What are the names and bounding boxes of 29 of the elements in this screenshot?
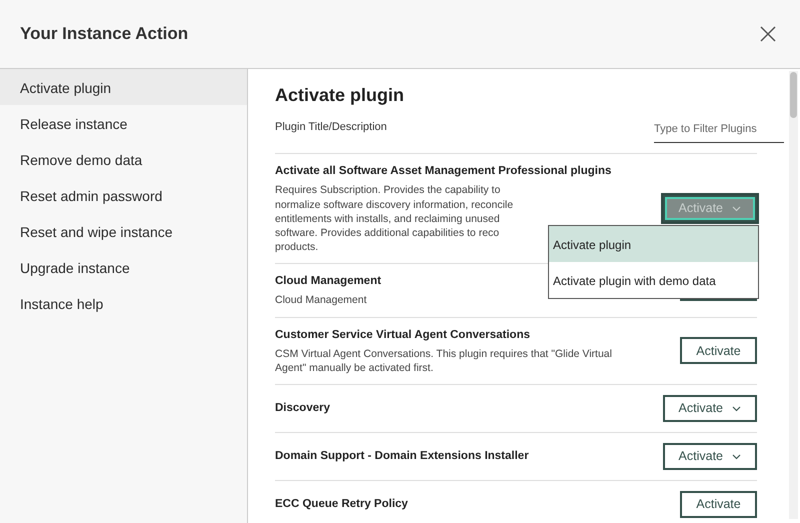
activate-button[interactable]: Activate	[662, 443, 757, 470]
activate-button[interactable]: Activate	[680, 491, 757, 518]
section-heading: Activate plugin	[275, 85, 406, 107]
plugin-title: Discovery	[275, 401, 330, 416]
plugin-title: Cloud Management	[275, 274, 382, 290]
close-icon[interactable]	[760, 26, 776, 42]
plugin-title: Customer Service Virtual Agent Conversations	[275, 328, 531, 343]
activate-button[interactable]: Activate	[680, 337, 757, 364]
plugin-title: Activate all Software Asset Management Professional plugins	[275, 164, 612, 180]
chevron-down-icon	[732, 454, 741, 460]
scrollbar[interactable]	[789, 71, 798, 519]
sidebar-item[interactable]: Instance help	[0, 285, 247, 321]
plugin-title: ECC Queue Retry Policy	[275, 497, 408, 512]
sidebar-item[interactable]: Remove demo data	[0, 141, 247, 177]
chevron-down-icon	[732, 206, 741, 212]
sidebar-item[interactable]: Reset and wipe instance	[0, 213, 247, 249]
sidebar-item[interactable]: Activate plugin	[0, 69, 247, 105]
activate-button[interactable]: Activate	[662, 395, 757, 422]
chevron-down-icon	[732, 406, 741, 412]
dialog-title: Your Instance Action	[20, 23, 188, 46]
sidebar-item[interactable]: Upgrade instance	[0, 249, 247, 285]
menu-item[interactable]: Activate plugin	[549, 226, 758, 262]
plugin-title: Domain Support - Domain Extensions Installer	[275, 449, 529, 464]
sidebar-item[interactable]: Release instance	[0, 105, 247, 141]
plugin-description: Requires Subscription. Provides the capability to normalize software discovery information, reconcile entitlements with installs, and reclaiming unused software. Provides additional capabilities to reco products.	[275, 183, 514, 254]
plugin-description: CSM Virtual Agent Conversations. This plugin requires that "Glide Virtual Agent" manually be activated first.	[275, 346, 613, 376]
column-label: Plugin Title/Description	[275, 120, 387, 135]
sidebar-item[interactable]: Reset admin password	[0, 177, 247, 213]
plugin-description: Cloud Management	[275, 293, 368, 308]
